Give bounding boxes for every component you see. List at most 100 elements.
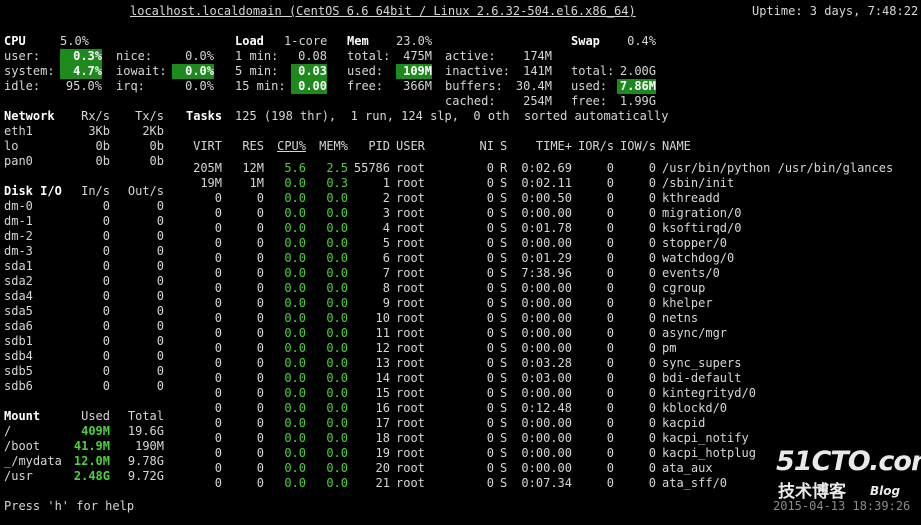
proc-time: 0:00.00 [521, 386, 572, 400]
load-1min-value: 0.08 [298, 49, 327, 63]
proc-state: S [500, 431, 508, 445]
help-hint: Press 'h' for help [4, 499, 135, 513]
proc-time: 0:02.69 [521, 161, 572, 175]
swap-total-value: 2.00G [619, 64, 656, 78]
mount-path: /usr [4, 469, 33, 483]
proc-res: 1M [249, 176, 264, 190]
proc-header-ior: IOR/s [578, 139, 615, 153]
proc-header-time: TIME+ [535, 139, 572, 153]
cpu-user-label: user: [4, 49, 41, 63]
disk-device: sda6 [4, 319, 33, 333]
proc-ior: 0 [606, 221, 614, 235]
proc-time: 0:12.48 [521, 401, 572, 415]
proc-res: 0 [256, 326, 264, 340]
proc-pid: 3 [382, 206, 390, 220]
proc-res: 0 [256, 251, 264, 265]
proc-user: root [396, 236, 425, 250]
proc-pid: 8 [382, 281, 390, 295]
mount-path: / [4, 424, 12, 438]
disk-in-value: 0 [102, 289, 110, 303]
proc-pid: 9 [382, 296, 390, 310]
disk-out-value: 0 [156, 214, 164, 228]
proc-user: root [396, 356, 425, 370]
proc-ni: 0 [486, 311, 494, 325]
proc-mem: 0.0 [326, 461, 348, 475]
proc-res: 0 [256, 416, 264, 430]
proc-pid: 14 [375, 371, 390, 385]
proc-cpu: 0.0 [284, 311, 306, 325]
mount-total-header: Total [127, 409, 164, 423]
proc-ior: 0 [606, 356, 614, 370]
proc-cpu: 0.0 [284, 296, 306, 310]
proc-time: 0:01.29 [521, 251, 572, 265]
proc-name: kacpi_hotplug [662, 446, 756, 460]
proc-pid: 7 [382, 266, 390, 280]
proc-iow: 0 [648, 221, 656, 235]
proc-mem: 0.3 [326, 176, 348, 190]
proc-iow: 0 [648, 191, 656, 205]
mem-active-label: active: [445, 49, 496, 63]
proc-iow: 0 [648, 176, 656, 190]
network-rx-value: 0b [95, 139, 110, 153]
disk-in-value: 0 [102, 244, 110, 258]
proc-res: 0 [256, 236, 264, 250]
proc-ni: 0 [486, 191, 494, 205]
proc-mem: 0.0 [326, 356, 348, 370]
proc-virt: 19M [200, 176, 222, 190]
disk-out-value: 0 [156, 319, 164, 333]
disk-device: dm-2 [4, 229, 33, 243]
proc-iow: 0 [648, 446, 656, 460]
proc-time: 0:07.34 [521, 476, 572, 490]
swap-title: Swap [571, 34, 600, 48]
proc-res: 0 [256, 446, 264, 460]
mount-total-value: 190M [135, 439, 164, 453]
proc-ni: 0 [486, 326, 494, 340]
disk-out-value: 0 [156, 364, 164, 378]
proc-user: root [396, 371, 425, 385]
proc-header-ni: NI [479, 139, 494, 153]
tasks-title: Tasks [186, 109, 223, 123]
proc-mem: 0.0 [326, 401, 348, 415]
cpu-system-label: system: [4, 64, 55, 78]
proc-ni: 0 [486, 386, 494, 400]
proc-pid: 17 [375, 416, 390, 430]
proc-cpu: 0.0 [284, 206, 306, 220]
proc-cpu: 0.0 [284, 176, 306, 190]
proc-iow: 0 [648, 431, 656, 445]
proc-name: kacpid [662, 416, 706, 430]
disk-in-value: 0 [102, 364, 110, 378]
disk-out-value: 0 [156, 259, 164, 273]
network-tx-value: 0b [149, 154, 164, 168]
proc-time: 0:00.00 [521, 461, 572, 475]
disk-in-value: 0 [102, 259, 110, 273]
proc-iow: 0 [648, 476, 656, 490]
swap-used-value: 7.86M [617, 79, 656, 94]
disk-device: sdb5 [4, 364, 33, 378]
proc-user: root [396, 176, 425, 190]
proc-state: S [500, 386, 508, 400]
proc-ni: 0 [486, 206, 494, 220]
proc-time: 0:01.78 [521, 221, 572, 235]
proc-virt: 0 [214, 416, 222, 430]
proc-ior: 0 [606, 371, 614, 385]
proc-ni: 0 [486, 401, 494, 415]
proc-mem: 0.0 [326, 206, 348, 220]
mem-cached-label: cached: [445, 94, 496, 108]
proc-name: ata_sff/0 [662, 476, 728, 490]
watermark-blog: Blog [870, 484, 901, 498]
proc-name: netns [662, 311, 699, 325]
proc-ni: 0 [486, 461, 494, 475]
proc-mem: 0.0 [326, 221, 348, 235]
proc-time: 0:00.00 [521, 236, 572, 250]
proc-virt: 0 [214, 296, 222, 310]
proc-time: 0:00.00 [521, 296, 572, 310]
proc-virt: 0 [214, 386, 222, 400]
mem-total-value: 475M [403, 49, 432, 63]
disk-in-value: 0 [102, 274, 110, 288]
proc-pid: 19 [375, 446, 390, 460]
proc-cpu: 0.0 [284, 326, 306, 340]
proc-res: 12M [242, 161, 264, 175]
proc-iow: 0 [648, 386, 656, 400]
proc-time: 0:00.00 [521, 311, 572, 325]
proc-cpu: 0.0 [284, 386, 306, 400]
